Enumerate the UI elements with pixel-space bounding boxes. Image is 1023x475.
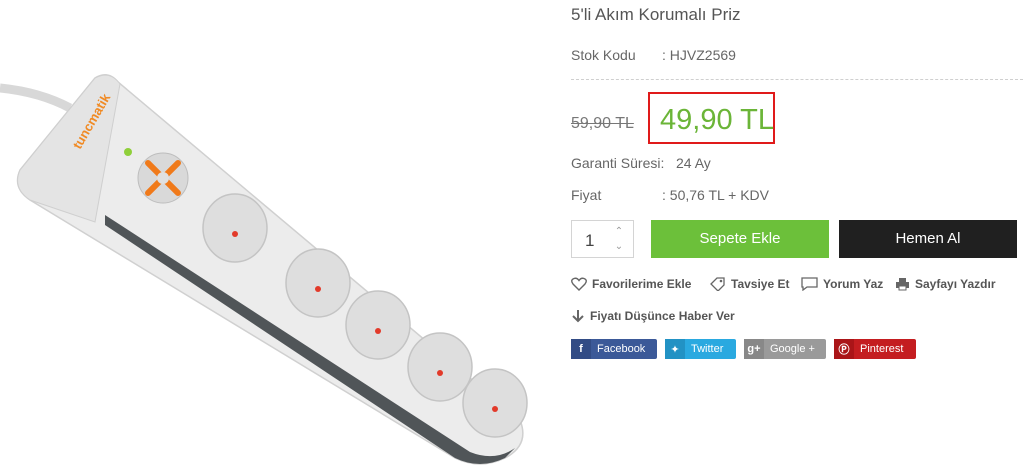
- price-label: Fiyat: [571, 187, 602, 203]
- price-alert-link[interactable]: Fiyatı Düşünce Haber Ver: [571, 309, 735, 323]
- product-image: tuncmatik: [0, 70, 560, 470]
- tag-icon: [710, 277, 725, 291]
- divider: [571, 79, 1023, 80]
- pinterest-icon: Ⓟ: [834, 339, 854, 359]
- facebook-label: Facebook: [597, 343, 646, 355]
- add-to-favorites-link[interactable]: Favorilerime Ekle: [571, 277, 691, 291]
- add-to-cart-button[interactable]: Sepete Ekle: [651, 220, 829, 258]
- new-price-highlight: 49,90 TL: [648, 92, 775, 144]
- twitter-share-button[interactable]: ✦ Twitter: [665, 339, 736, 359]
- new-price: 49,90 TL: [660, 104, 774, 136]
- print-label: Sayfayı Yazdır: [915, 277, 996, 291]
- price-alert-label: Fiyatı Düşünce Haber Ver: [590, 309, 735, 323]
- heart-icon: [571, 277, 587, 291]
- facebook-share-button[interactable]: f Facebook: [571, 339, 657, 359]
- google-plus-icon: g+: [744, 339, 764, 359]
- google-label: Google +: [770, 343, 815, 355]
- price-row: Fiyat : 50,76 TL + KDV: [571, 187, 769, 203]
- sku-label: Stok Kodu: [571, 47, 636, 63]
- google-plus-share-button[interactable]: g+ Google +: [744, 339, 826, 359]
- facebook-icon: f: [571, 339, 591, 359]
- warranty-value: 24 Ay: [676, 155, 711, 171]
- buy-now-button[interactable]: Hemen Al: [839, 220, 1017, 258]
- review-label: Yorum Yaz: [823, 277, 884, 291]
- price-value: : 50,76 TL + KDV: [662, 187, 770, 203]
- warranty-label: Garanti Süresi:: [571, 155, 665, 171]
- chevron-up-icon[interactable]: ⌃: [613, 226, 625, 238]
- warranty-row: Garanti Süresi: 24 Ay: [571, 155, 711, 171]
- print-page-link[interactable]: Sayfayı Yazdır: [895, 277, 996, 291]
- write-review-link[interactable]: Yorum Yaz: [801, 277, 883, 291]
- arrow-down-icon: [572, 310, 584, 323]
- favorites-label: Favorilerime Ekle: [592, 277, 692, 291]
- recommend-label: Tavsiye Et: [731, 277, 790, 291]
- quantity-value[interactable]: 1: [585, 231, 594, 251]
- printer-icon: [896, 278, 909, 291]
- chevron-down-icon[interactable]: ⌄: [613, 241, 625, 253]
- sku-value: : HJVZ2569: [662, 47, 736, 63]
- pinterest-label: Pinterest: [860, 343, 904, 355]
- recommend-link[interactable]: Tavsiye Et: [710, 277, 789, 291]
- quantity-stepper[interactable]: 1 ⌃ ⌄: [571, 220, 634, 258]
- twitter-label: Twitter: [691, 343, 724, 355]
- sku-row: Stok Kodu : HJVZ2569: [571, 47, 736, 63]
- product-title: 5'li Akım Korumalı Priz: [571, 5, 741, 24]
- comment-icon: [801, 277, 818, 291]
- twitter-icon: ✦: [665, 339, 685, 359]
- old-price: 59,90 TL: [571, 115, 634, 132]
- pinterest-share-button[interactable]: Ⓟ Pinterest: [834, 339, 916, 359]
